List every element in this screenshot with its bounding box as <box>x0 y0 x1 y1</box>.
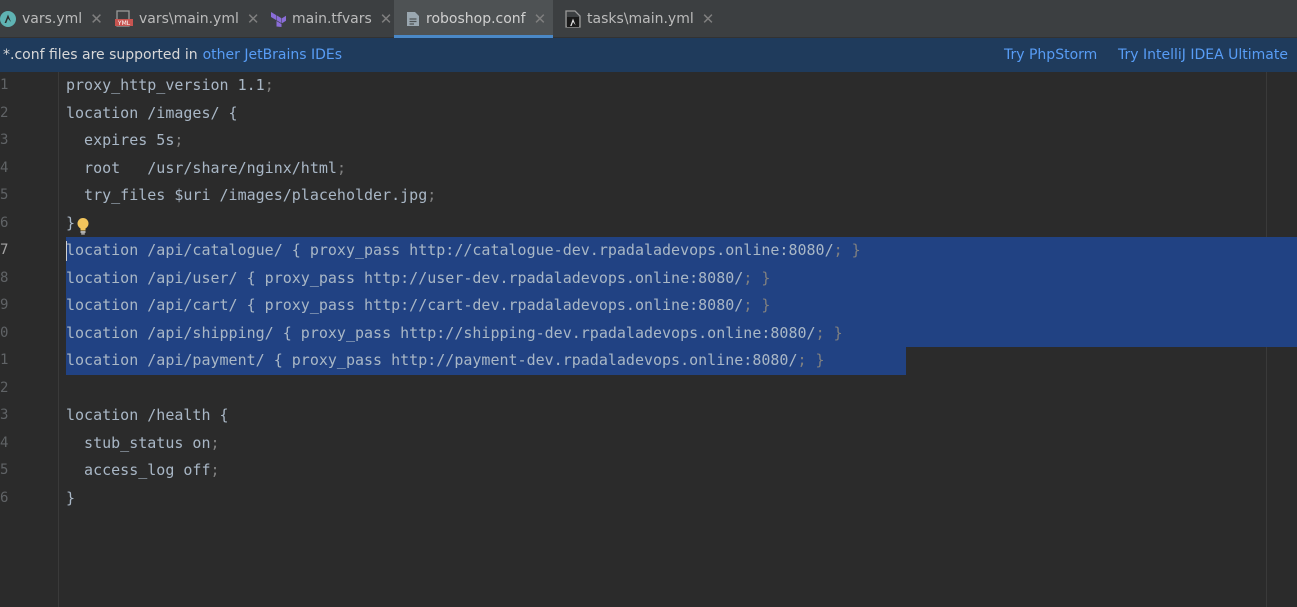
code-line[interactable]: location /images/ { <box>66 100 238 128</box>
code-line[interactable]: expires 5s; <box>66 127 183 155</box>
tab-vars-yml[interactable]: vars.yml ✕ <box>0 0 103 38</box>
tab-label: vars.yml <box>22 11 83 27</box>
code-line[interactable]: location /health { <box>66 402 229 430</box>
close-icon[interactable]: ✕ <box>702 10 715 28</box>
code-line[interactable]: location /api/catalogue/ { proxy_pass ht… <box>66 237 861 265</box>
code-line[interactable]: } <box>66 485 75 513</box>
line-number: 3 <box>0 132 9 148</box>
tab-tasks-main-yml[interactable]: tasks\main.yml ✕ <box>565 0 714 38</box>
line-number: 4 <box>0 159 9 176</box>
tab-label: roboshop.conf <box>426 11 526 27</box>
line-number: 6 <box>0 489 9 506</box>
code-line[interactable]: access_log off; <box>66 457 219 485</box>
text-caret <box>66 241 67 261</box>
line-number: 5 <box>0 187 9 203</box>
line-number-current: 7 <box>0 242 9 258</box>
code-line[interactable]: proxy_http_version 1.1; <box>66 72 274 100</box>
line-number: 2 <box>0 379 9 396</box>
ansible-file-icon <box>565 10 581 28</box>
tab-roboshop-conf[interactable]: roboshop.conf ✕ <box>394 0 553 38</box>
line-number: 1 <box>0 352 9 368</box>
lightbulb-icon[interactable] <box>76 217 90 239</box>
line-number: 0 <box>0 324 9 341</box>
code-line[interactable]: location /api/shipping/ { proxy_pass htt… <box>66 320 843 348</box>
close-icon[interactable]: ✕ <box>247 10 260 28</box>
tab-label: vars\main.yml <box>139 11 239 27</box>
yml-file-icon: YML <box>115 10 133 28</box>
tab-vars-main-yml[interactable]: YML vars\main.yml ✕ <box>115 0 259 38</box>
banner-message: *.conf files are supported in <box>3 47 198 63</box>
code-line[interactable]: stub_status on; <box>66 430 219 458</box>
other-ides-link[interactable]: other JetBrains IDEs <box>203 47 342 63</box>
code-line[interactable]: location /api/cart/ { proxy_pass http://… <box>66 292 770 320</box>
try-phpstorm-link[interactable]: Try PhpStorm <box>1004 47 1097 63</box>
code-editor[interactable]: 1 2 3 4 5 6 7 8 9 0 1 2 3 4 5 6 proxy_ht… <box>0 72 1297 607</box>
tab-label: tasks\main.yml <box>587 11 694 27</box>
line-number: 3 <box>0 407 9 423</box>
line-number: 2 <box>0 104 9 121</box>
ansible-icon <box>0 11 16 27</box>
svg-text:YML: YML <box>117 20 131 27</box>
code-line[interactable]: root /usr/share/nginx/html; <box>66 155 346 183</box>
tab-main-tfvars[interactable]: main.tfvars ✕ <box>270 0 392 38</box>
close-icon[interactable]: ✕ <box>534 10 547 28</box>
code-line[interactable]: try_files $uri /images/placeholder.jpg; <box>66 182 436 210</box>
line-number: 6 <box>0 214 9 231</box>
unsupported-file-banner: *.conf files are supported in other JetB… <box>0 38 1297 72</box>
line-number: 8 <box>0 269 9 286</box>
try-intellij-link[interactable]: Try IntelliJ IDEA Ultimate <box>1118 47 1288 63</box>
code-line[interactable]: location /api/user/ { proxy_pass http://… <box>66 265 770 293</box>
line-number: 5 <box>0 462 9 478</box>
close-icon[interactable]: ✕ <box>380 10 393 28</box>
gutter-divider <box>58 72 59 607</box>
close-icon[interactable]: ✕ <box>90 10 103 28</box>
text-file-icon <box>406 11 420 27</box>
editor-tab-bar: vars.yml ✕ YML vars\main.yml ✕ main.tfva… <box>0 0 1297 38</box>
code-line[interactable]: } <box>66 210 75 238</box>
line-number: 9 <box>0 297 9 313</box>
terraform-icon <box>270 11 286 27</box>
line-number: 4 <box>0 434 9 451</box>
code-line[interactable]: location /api/payment/ { proxy_pass http… <box>66 347 825 375</box>
line-number: 1 <box>0 77 9 93</box>
tab-label: main.tfvars <box>292 11 372 27</box>
